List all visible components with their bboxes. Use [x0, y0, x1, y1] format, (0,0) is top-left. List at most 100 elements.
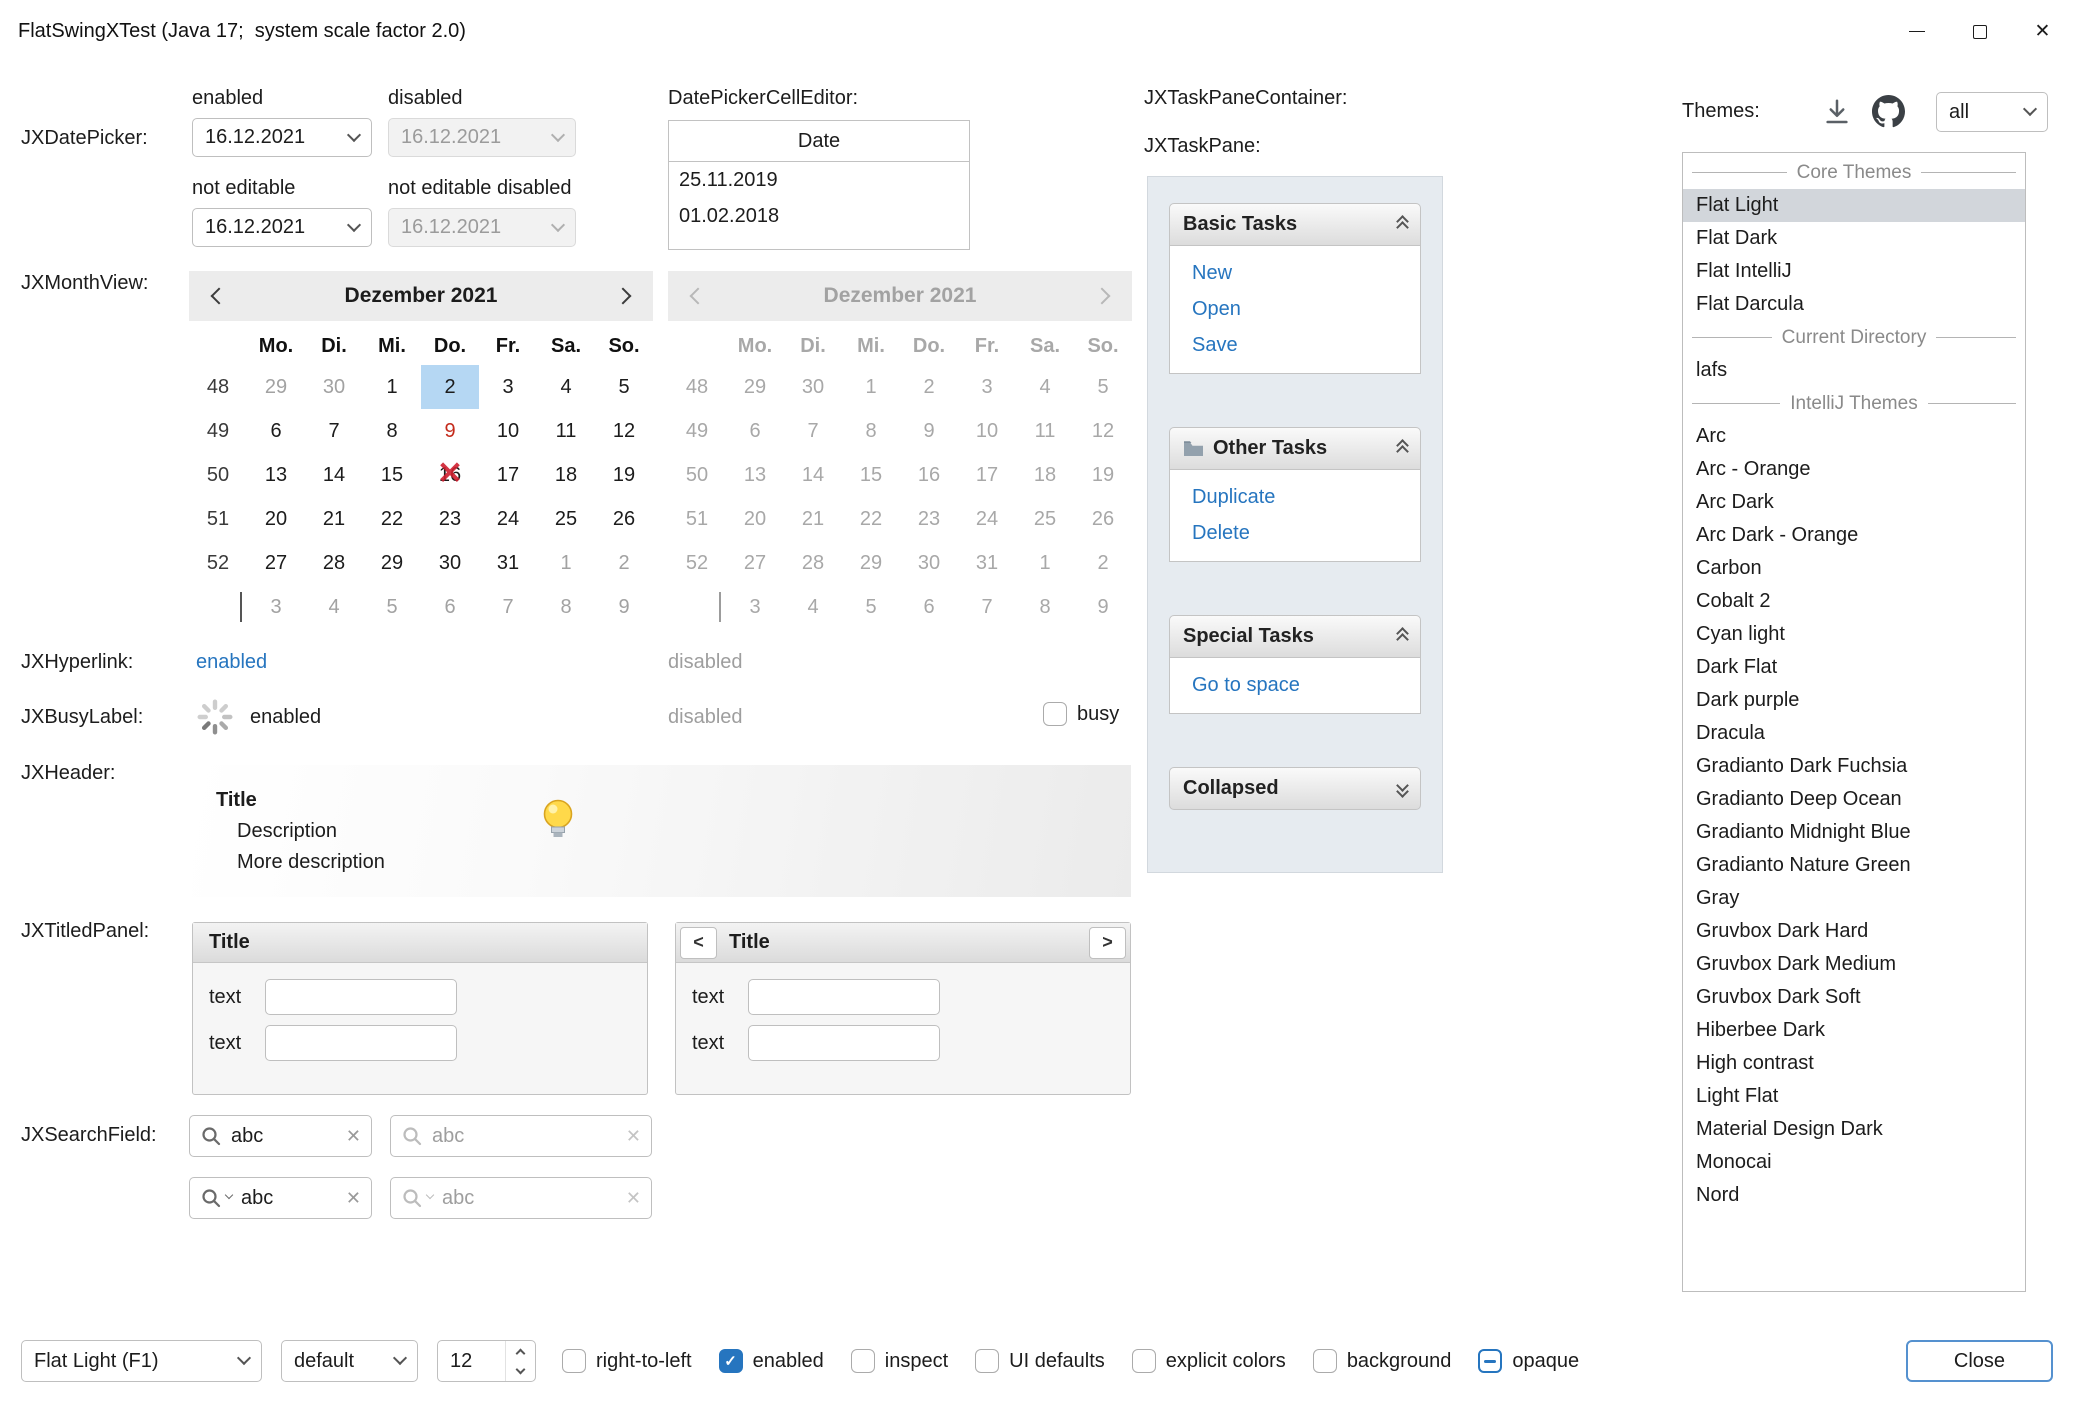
theme-list-item[interactable]: Gradianto Nature Green [1683, 849, 2025, 882]
day-cell[interactable]: 30 [305, 365, 363, 409]
font-combo[interactable]: default [281, 1340, 418, 1382]
theme-list-item[interactable]: Gruvbox Dark Hard [1683, 915, 2025, 948]
taskpane-header[interactable]: Special Tasks [1169, 615, 1421, 658]
day-cell[interactable]: 24 [479, 497, 537, 541]
panel-prev-button[interactable]: < [680, 927, 717, 959]
theme-list-item[interactable]: Light Flat [1683, 1080, 2025, 1113]
day-cell[interactable]: 7 [479, 585, 537, 629]
theme-list-item[interactable]: Dark purple [1683, 684, 2025, 717]
day-cell[interactable]: 7 [305, 409, 363, 453]
theme-list-item[interactable]: Gray [1683, 882, 2025, 915]
search-field-enabled[interactable]: abc ✕ [189, 1115, 372, 1157]
day-cell[interactable]: 9 [421, 409, 479, 453]
table-column-header[interactable]: Date [669, 121, 969, 162]
day-cell[interactable]: 5 [363, 585, 421, 629]
datepicker-enabled[interactable]: 16.12.2021 [192, 118, 372, 157]
day-cell[interactable]: 18 [537, 453, 595, 497]
day-cell[interactable]: 28 [305, 541, 363, 585]
download-icon[interactable] [1822, 97, 1852, 127]
day-cell[interactable]: 14 [305, 453, 363, 497]
panel-next-button[interactable]: > [1089, 927, 1126, 959]
checkbox-enabled[interactable]: ✓enabled [719, 1349, 824, 1373]
theme-list-item[interactable]: High contrast [1683, 1047, 2025, 1080]
clear-icon[interactable]: ✕ [346, 1188, 361, 1209]
day-cell[interactable]: 8 [363, 409, 421, 453]
day-cell[interactable]: 12 [595, 409, 653, 453]
close-window-button[interactable]: ✕ [2011, 0, 2074, 63]
theme-list-item[interactable]: Gradianto Dark Fuchsia [1683, 750, 2025, 783]
taskpane-header[interactable]: Collapsed [1169, 767, 1421, 810]
task-link-open[interactable]: Open [1192, 298, 1408, 321]
theme-list-item[interactable]: Hiberbee Dark [1683, 1014, 2025, 1047]
checkbox-opaque[interactable]: opaque [1478, 1349, 1579, 1373]
theme-list-item[interactable]: Dracula [1683, 717, 2025, 750]
dropdown-arrow-icon[interactable] [337, 119, 371, 156]
theme-list-item[interactable]: Flat Dark [1683, 222, 2025, 255]
theme-list-item[interactable]: Cyan light [1683, 618, 2025, 651]
github-icon[interactable] [1872, 95, 1905, 128]
taskpane-header[interactable]: Basic Tasks [1169, 203, 1421, 246]
spinner-up-button[interactable] [506, 1341, 535, 1361]
theme-list-item[interactable]: Gradianto Deep Ocean [1683, 783, 2025, 816]
busy-checkbox[interactable]: busy [1043, 702, 1119, 726]
day-cell[interactable]: 29 [363, 541, 421, 585]
day-cell[interactable]: 3 [479, 365, 537, 409]
hyperlink-enabled[interactable]: enabled [196, 651, 267, 674]
clear-icon[interactable]: ✕ [346, 1126, 361, 1147]
checkbox-explicit-colors[interactable]: explicit colors [1132, 1349, 1286, 1373]
theme-list-item[interactable]: Flat IntelliJ [1683, 255, 2025, 288]
text-input[interactable] [265, 1025, 457, 1061]
search-input[interactable]: abc [231, 1125, 337, 1148]
day-cell[interactable]: 27 [247, 541, 305, 585]
theme-list-item[interactable]: Nord [1683, 1179, 2025, 1212]
day-cell[interactable]: 2 [595, 541, 653, 585]
day-cell[interactable]: 16✕ [421, 453, 479, 497]
day-cell[interactable]: 10 [479, 409, 537, 453]
theme-list-item[interactable]: Gruvbox Dark Medium [1683, 948, 2025, 981]
themes-filter-combo[interactable]: all [1936, 92, 2048, 132]
minimize-button[interactable] [1885, 0, 1948, 63]
day-cell[interactable]: 19 [595, 453, 653, 497]
day-cell[interactable]: 4 [305, 585, 363, 629]
search-menu-icon[interactable] [200, 1187, 232, 1209]
day-cell[interactable]: 6 [421, 585, 479, 629]
table-row[interactable]: 01.02.2018 [669, 198, 969, 234]
task-link-delete[interactable]: Delete [1192, 522, 1408, 545]
day-cell[interactable]: 25 [537, 497, 595, 541]
task-link-duplicate[interactable]: Duplicate [1192, 486, 1408, 509]
day-cell[interactable]: 29 [247, 365, 305, 409]
day-cell[interactable]: 20 [247, 497, 305, 541]
spinner-down-button[interactable] [506, 1361, 535, 1381]
maximize-button[interactable] [1948, 0, 2011, 63]
datepicker-noteditable[interactable]: 16.12.2021 [192, 208, 372, 247]
checkbox-right-to-left[interactable]: right-to-left [562, 1349, 692, 1373]
day-cell[interactable]: 8 [537, 585, 595, 629]
task-link-new[interactable]: New [1192, 262, 1408, 285]
day-cell[interactable]: 22 [363, 497, 421, 541]
day-cell[interactable]: 31 [479, 541, 537, 585]
theme-list-item[interactable]: Material Design Dark [1683, 1113, 2025, 1146]
close-button[interactable]: Close [1906, 1340, 2053, 1382]
theme-list-item[interactable]: lafs [1683, 354, 2025, 387]
theme-list-item[interactable]: Dark Flat [1683, 651, 2025, 684]
spinner-value[interactable]: 12 [438, 1341, 505, 1381]
theme-list-item[interactable]: Arc Dark [1683, 486, 2025, 519]
theme-list-item[interactable]: Carbon [1683, 552, 2025, 585]
text-input[interactable] [748, 979, 940, 1015]
search-field-with-menu[interactable]: abc ✕ [189, 1177, 372, 1219]
day-cell[interactable]: 2 [421, 365, 479, 409]
day-cell[interactable]: 4 [537, 365, 595, 409]
text-input[interactable] [748, 1025, 940, 1061]
day-cell[interactable]: 6 [247, 409, 305, 453]
dropdown-arrow-icon[interactable] [337, 209, 371, 246]
theme-list-item[interactable]: Arc Dark - Orange [1683, 519, 2025, 552]
theme-list-item[interactable]: Arc - Orange [1683, 453, 2025, 486]
next-month-button[interactable] [597, 290, 653, 302]
theme-list-item[interactable]: Gruvbox Dark Soft [1683, 981, 2025, 1014]
checkbox-ui-defaults[interactable]: UI defaults [975, 1349, 1105, 1373]
day-cell[interactable]: 3 [247, 585, 305, 629]
theme-list-item[interactable]: Cobalt 2 [1683, 585, 2025, 618]
day-cell[interactable]: 13 [247, 453, 305, 497]
day-cell[interactable]: 15 [363, 453, 421, 497]
datepicker-value[interactable]: 16.12.2021 [193, 126, 337, 149]
